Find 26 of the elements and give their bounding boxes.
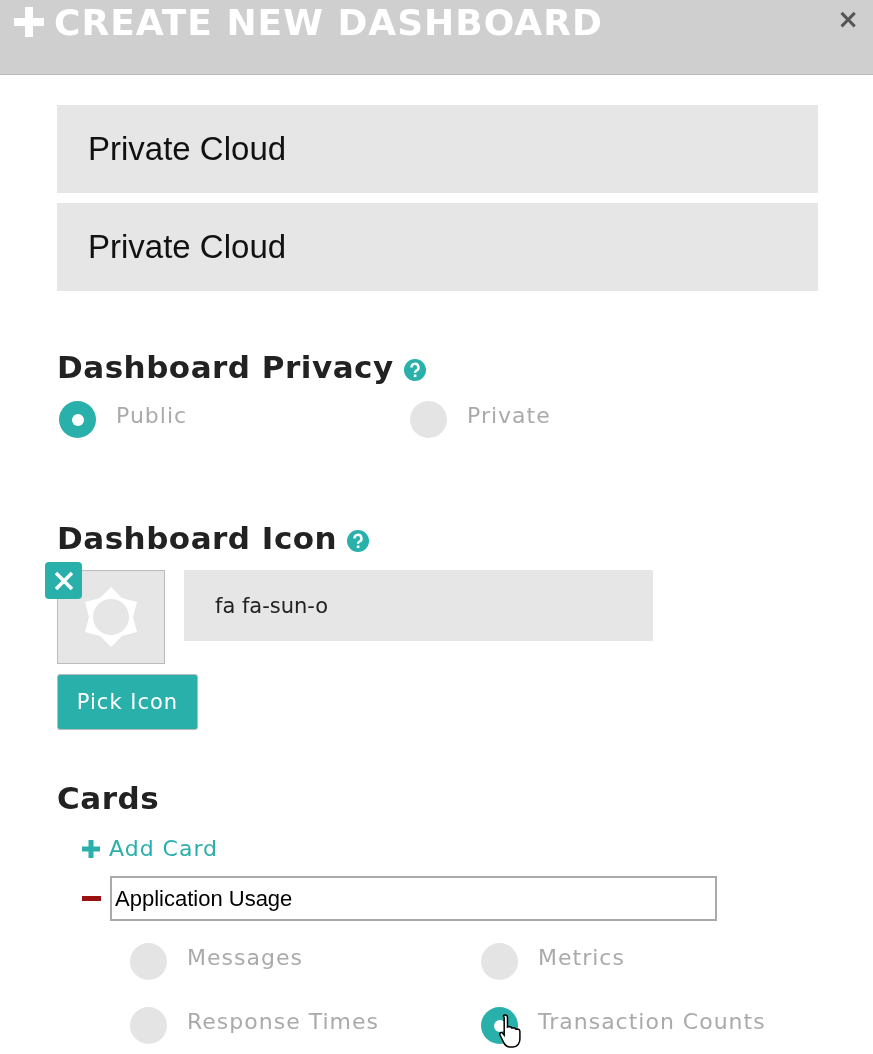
text-field[interactable]: Private Cloud xyxy=(57,105,818,193)
section-heading: Dashboard Privacy xyxy=(57,349,394,385)
pointer-cursor-icon xyxy=(499,1013,523,1049)
help-icon[interactable] xyxy=(403,359,426,381)
radio-button[interactable] xyxy=(410,401,447,438)
help-icon[interactable] xyxy=(347,530,370,552)
close-button[interactable]: × xyxy=(837,4,859,34)
option-label: Transaction Counts xyxy=(538,1009,766,1034)
option-label: Private xyxy=(467,403,551,428)
plus-icon xyxy=(82,839,100,858)
option-label: Metrics xyxy=(538,945,625,970)
radio-button[interactable] xyxy=(130,943,167,980)
plus-icon xyxy=(14,7,44,37)
text-field[interactable]: Private Cloud xyxy=(57,203,818,291)
option-label: Response Times xyxy=(187,1009,379,1034)
radio-button[interactable] xyxy=(481,943,518,980)
section-heading: Dashboard Icon xyxy=(57,520,338,556)
option-label: Public xyxy=(116,403,188,428)
card-name-field[interactable]: Application Usage xyxy=(110,876,717,921)
section-heading: Cards xyxy=(57,780,160,816)
option-label: Messages xyxy=(187,945,303,970)
close-icon xyxy=(52,569,75,592)
radio-button[interactable] xyxy=(59,401,96,438)
icon-class-field[interactable]: fa fa-sun-o xyxy=(184,570,653,641)
radio-button[interactable] xyxy=(130,1007,167,1044)
remove-button[interactable] xyxy=(45,562,82,599)
